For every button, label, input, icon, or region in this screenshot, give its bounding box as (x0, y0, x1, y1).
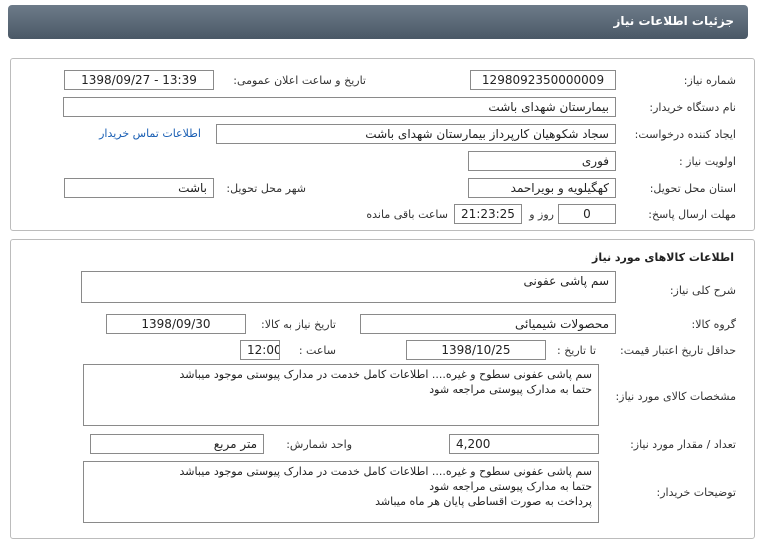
days-and-label: روز و (529, 208, 554, 221)
quantity-field: 4,200 (449, 434, 599, 454)
quantity-label: تعداد / مقدار مورد نیاز: (630, 438, 736, 451)
creator-field: سجاد شکوهیان کارپرداز بیمارستان شهدای با… (216, 124, 616, 144)
need-date-label: تاریخ نیاز به کالا: (261, 318, 336, 331)
page-header: جزئیات اطلاعات نیاز (8, 5, 748, 39)
until-date-field: 1398/10/25 (406, 340, 546, 360)
goods-section-title: اطلاعات کالاهای مورد نیاز (592, 251, 734, 264)
buyer-notes-line: حتما به مدارک پیوستی مراجعه شود (429, 480, 592, 493)
creator-label: ایجاد کننده درخواست: (634, 128, 736, 141)
province-field: کهگیلویه و بویراحمد (468, 178, 616, 198)
page-title: جزئیات اطلاعات نیاز (613, 14, 734, 28)
priority-label: اولویت نیاز : (678, 155, 736, 168)
city-field: باشت (64, 178, 214, 198)
need-number-label: شماره نیاز: (683, 74, 736, 87)
goods-info-panel: اطلاعات کالاهای مورد نیاز شرح کلی نیاز: … (10, 239, 755, 539)
buyer-contact-link[interactable]: اطلاعات تماس خریدار (99, 127, 201, 140)
summary-field: سم پاشی عفونی (81, 271, 616, 303)
buyer-notes-line: پرداخت به صورت اقساطی پایان هر ماه میباش… (375, 495, 592, 508)
group-label: گروه کالا: (691, 318, 736, 331)
priority-field: فوری (468, 151, 616, 171)
unit-field: متر مربع (90, 434, 264, 454)
specs-line: سم پاشی عفونی سطوح و غیره.... اطلاعات کا… (179, 368, 592, 381)
summary-label: شرح کلی نیاز: (669, 284, 736, 297)
hour-field: 12:00 (240, 340, 280, 360)
hour-label: ساعت : (298, 344, 336, 357)
announce-date-field: 1398/09/27 - 13:39 (64, 70, 214, 90)
need-number-field: 1298092350000009 (470, 70, 616, 90)
specs-label: مشخصات کالای مورد نیاز: (615, 390, 736, 403)
specs-field: سم پاشی عفونی سطوح و غیره.... اطلاعات کا… (83, 364, 599, 426)
announce-date-label: تاریخ و ساعت اعلان عمومی: (233, 74, 366, 87)
validity-label: حداقل تاریخ اعتبار قیمت: (620, 344, 736, 357)
need-date-field: 1398/09/30 (106, 314, 246, 334)
deadline-label: مهلت ارسال پاسخ: (648, 208, 736, 221)
need-info-panel: شماره نیاز: 1298092350000009 تاریخ و ساع… (10, 58, 755, 231)
province-label: استان محل تحویل: (649, 182, 736, 195)
until-date-label: تا تاریخ : (557, 344, 596, 357)
buyer-notes-line: سم پاشی عفونی سطوح و غیره.... اطلاعات کا… (179, 465, 592, 478)
buyer-notes-label: توضیحات خریدار: (656, 486, 737, 499)
buyer-org-field: بیمارستان شهدای باشت (63, 97, 616, 117)
city-label: شهر محل تحویل: (226, 182, 306, 195)
deadline-days-field: 0 (558, 204, 616, 224)
remaining-label: ساعت باقی مانده (366, 208, 448, 221)
deadline-time-field: 21:23:25 (454, 204, 522, 224)
buyer-notes-field: سم پاشی عفونی سطوح و غیره.... اطلاعات کا… (83, 461, 599, 523)
group-field: محصولات شیمیائی (360, 314, 616, 334)
buyer-org-label: نام دستگاه خریدار: (649, 101, 736, 114)
unit-label: واحد شمارش: (286, 438, 352, 451)
specs-line: حتما به مدارک پیوستی مراجعه شود (429, 383, 592, 396)
